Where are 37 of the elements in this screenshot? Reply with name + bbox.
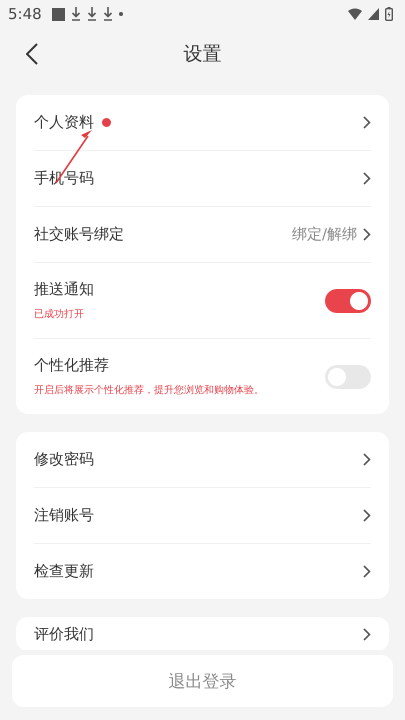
download-icon xyxy=(86,7,97,21)
settings-row[interactable]: 修改密码 xyxy=(34,432,371,487)
row-label: 个性化推荐 xyxy=(34,356,110,375)
square-icon xyxy=(52,8,65,20)
chevron-right-icon xyxy=(363,565,371,578)
chevron-right-icon xyxy=(363,628,371,640)
chevron-right-icon xyxy=(363,453,371,466)
settings-row[interactable]: 个人资料 xyxy=(34,95,371,150)
dot-icon xyxy=(118,12,123,16)
download-icon xyxy=(102,7,113,21)
settings-row[interactable]: 检查更新 xyxy=(34,544,371,599)
row-note: 开启后将展示个性化推荐，提升您浏览和购物体验。 xyxy=(34,384,264,397)
status-time: 5:48 xyxy=(8,5,42,23)
row-note: 已成功打开 xyxy=(34,308,85,321)
battery-icon xyxy=(385,7,393,21)
download-icon xyxy=(70,7,81,21)
signal-icon xyxy=(368,8,379,20)
row-label: 推送通知 xyxy=(34,280,94,299)
row-label: 修改密码 xyxy=(34,450,94,469)
back-button[interactable] xyxy=(24,41,40,67)
toggle-switch[interactable] xyxy=(325,288,371,312)
row-label: 注销账号 xyxy=(34,506,94,525)
row-label: 检查更新 xyxy=(34,562,94,581)
chevron-right-icon xyxy=(363,172,371,185)
settings-row[interactable]: 注销账号 xyxy=(34,488,371,543)
chevron-right-icon xyxy=(363,116,371,129)
row-label: 评价我们 xyxy=(34,624,94,644)
chevron-right-icon xyxy=(363,509,371,522)
logout-button[interactable]: 退出登录 xyxy=(12,655,393,707)
page-title: 设置 xyxy=(184,42,222,67)
settings-row[interactable]: 评价我们 xyxy=(34,617,371,651)
wifi-icon xyxy=(348,8,362,20)
row-label: 个人资料 xyxy=(34,113,94,132)
settings-row[interactable]: 社交账号绑定 绑定/解绑 xyxy=(34,207,371,262)
chevron-right-icon xyxy=(363,228,371,241)
row-value: 绑定/解绑 xyxy=(292,225,357,244)
row-label: 社交账号绑定 xyxy=(34,225,124,244)
